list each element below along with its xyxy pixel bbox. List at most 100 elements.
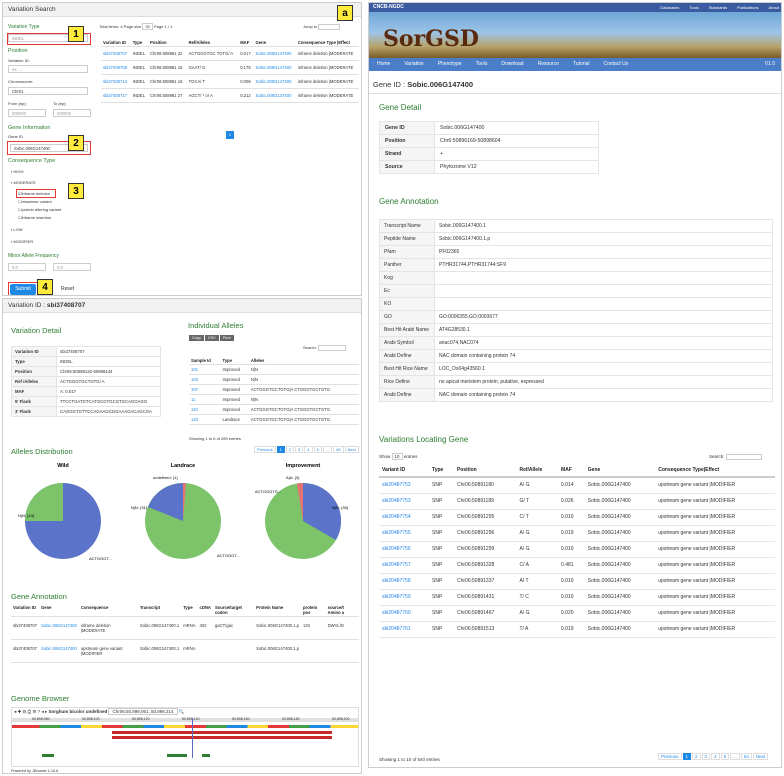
gb-locus-input[interactable]: Chr06:50,898,061..50,898,214	[108, 708, 178, 715]
table-cell[interactable]: 101	[189, 364, 221, 375]
to-input[interactable]: 000000	[53, 109, 91, 117]
page-link[interactable]: Previous	[658, 753, 682, 760]
top-nav-link[interactable]: Standards	[709, 5, 727, 10]
high-checkbox[interactable]: ▪ HIGH	[11, 169, 24, 174]
variations-col-header[interactable]: Consequence Type|Effect	[655, 465, 775, 478]
nav-item-tutorial[interactable]: Tutorial	[573, 61, 590, 67]
modifier-checkbox[interactable]: ▪ MODIFIER	[11, 239, 33, 244]
nav-item-contact-us[interactable]: Contact Us	[603, 61, 628, 67]
ga-col-header[interactable]: Transcript	[137, 604, 182, 617]
protein-altering-checkbox[interactable]: ☐protein altering variant	[18, 207, 61, 212]
variations-col-header[interactable]: Gene	[584, 465, 656, 478]
results-col-header[interactable]: Consequence Type |Effect	[295, 39, 359, 47]
ga-col-header[interactable]: cDNA	[197, 604, 213, 617]
page-link[interactable]: 1	[682, 753, 692, 760]
variations-col-header[interactable]: Type	[429, 465, 454, 478]
ga-col-header[interactable]: Gene	[38, 604, 79, 617]
table-cell[interactable]: Sobic.006G147400	[253, 46, 296, 61]
page-link[interactable]: 4	[304, 446, 313, 453]
gb-toolbar[interactable]: ◂ ✚ ⊟ ⎙ ⚙ ? ◂ ▸ Sorghum bicolor undefine…	[14, 708, 184, 715]
alleles-pagination[interactable]: Previous 1 2 3 4 5... 49 Next	[253, 446, 359, 453]
table-cell[interactable]: sbi20487758	[379, 573, 430, 590]
nav-item-download[interactable]: Download	[501, 61, 523, 67]
alleles-col-header[interactable]: Type	[220, 357, 249, 365]
page-link[interactable]: 3	[701, 753, 711, 760]
nav-item-home[interactable]: Home	[377, 61, 390, 67]
page-link[interactable]: 2	[692, 753, 701, 760]
nav-item-resource[interactable]: Resource	[538, 61, 559, 67]
alleles-col-header[interactable]: Sample Id	[189, 357, 221, 365]
table-cell[interactable]: sbi20487759	[379, 589, 430, 606]
ga-col-header[interactable]: protein pos	[301, 604, 326, 617]
maf-to-input[interactable]: 0.5	[53, 263, 91, 271]
ga-col-header[interactable]: source/t Amino a	[325, 604, 359, 617]
variations-col-header[interactable]: Ref/Allele	[516, 465, 559, 478]
top-nav-link[interactable]: About	[769, 5, 779, 10]
page-button-1[interactable]: 1	[226, 131, 234, 139]
nav-item-phenotype[interactable]: Phenotype	[438, 61, 462, 67]
export-button[interactable]: Copy	[189, 335, 204, 341]
table-cell[interactable]: 110	[189, 404, 221, 415]
page-link[interactable]: ...	[730, 753, 740, 760]
table-cell[interactable]: Sobic.006G147400	[253, 74, 296, 89]
page-size-select[interactable]: 30	[142, 23, 153, 30]
table-cell[interactable]: sbi37408717	[101, 88, 131, 103]
export-button[interactable]: CSV	[204, 335, 219, 341]
ga-col-header[interactable]: Variation ID	[11, 604, 39, 617]
ga-col-header[interactable]: Consequence	[78, 604, 138, 617]
table-cell[interactable]: sbi20487760	[379, 605, 430, 622]
table-cell[interactable]: sbi20487755	[379, 525, 430, 542]
table-cell[interactable]: 11	[189, 394, 221, 405]
maf-from-input[interactable]: 0.0	[8, 263, 46, 271]
results-col-header[interactable]: Gene	[253, 39, 296, 47]
low-checkbox[interactable]: ▪ LOW	[11, 227, 23, 232]
export-button[interactable]: Print	[219, 335, 234, 341]
missense-checkbox[interactable]: ☐missense variant	[18, 199, 52, 204]
results-col-header[interactable]: Ref/Alleles	[186, 39, 239, 47]
table-cell[interactable]: sbi20487753	[379, 493, 430, 510]
jump-to[interactable]: Jump to	[303, 24, 341, 30]
table-cell[interactable]: 123	[189, 414, 221, 425]
page-link[interactable]: 1	[276, 446, 285, 453]
show-entries[interactable]: Show 10 entries	[379, 453, 417, 460]
table-cell[interactable]: Sobic.006G147400	[253, 60, 296, 75]
ga-col-header[interactable]: Type	[181, 604, 198, 617]
variations-col-header[interactable]: Position	[454, 465, 517, 478]
table-cell[interactable]: sbi37408707	[101, 46, 131, 61]
table-cell[interactable]: Sobic.006G147400	[38, 639, 79, 663]
table-cell[interactable]: 103	[189, 374, 221, 385]
genome-browser[interactable]: ◂ ✚ ⊟ ⎙ ⚙ ? ◂ ▸ Sorghum bicolor undefine…	[11, 707, 359, 767]
results-col-header[interactable]: Position	[148, 39, 187, 47]
cncb-logo[interactable]: CNCB-NGDC	[373, 4, 404, 10]
page-link[interactable]: 5	[720, 753, 730, 760]
page-link[interactable]: Previous	[254, 446, 276, 453]
page-link[interactable]: 2	[285, 446, 295, 453]
sorgsd-logo[interactable]: SorGSD	[383, 26, 479, 52]
results-col-header[interactable]: Type	[130, 39, 149, 47]
moderate-checkbox[interactable]: ▪ MODERATE	[11, 180, 36, 185]
page-link[interactable]: Next	[344, 446, 359, 453]
variations-pagination[interactable]: Previous 1 2 3 4 5... 54 Next	[657, 753, 769, 760]
variation-id-input[interactable]: ex: ...	[8, 65, 88, 73]
from-input[interactable]: 000000	[8, 109, 46, 117]
table-cell[interactable]: sbi20487757	[379, 557, 430, 574]
table-cell[interactable]: 107	[189, 384, 221, 395]
table-cell[interactable]: Sobic.006G147400	[253, 88, 296, 103]
table-cell[interactable]: sbi20487754	[379, 509, 430, 526]
top-nav-link[interactable]: Tools	[689, 5, 698, 10]
results-col-header[interactable]: MAF	[238, 39, 254, 47]
variations-col-header[interactable]: Variant ID	[379, 465, 430, 478]
page-link[interactable]: ...	[322, 446, 333, 453]
results-col-header[interactable]: Variation ID	[101, 39, 131, 47]
page-link[interactable]: 4	[711, 753, 720, 760]
inframe-insertion-checkbox[interactable]: ☐inframe insertion	[18, 215, 51, 220]
nav-item-tools[interactable]: Tools	[476, 61, 488, 67]
table-cell[interactable]: sbi20487752	[379, 477, 430, 494]
reset-button[interactable]: Reset	[61, 286, 74, 292]
ga-col-header[interactable]: Protein Name	[254, 604, 301, 617]
page-link[interactable]: 3	[295, 446, 304, 453]
ga-col-header[interactable]: Source/target codon	[212, 604, 255, 617]
allele-search[interactable]: Search:	[303, 345, 346, 351]
table-cell[interactable]: sbi20487761	[379, 621, 430, 638]
table-cell[interactable]: sbi37408714	[101, 74, 131, 89]
